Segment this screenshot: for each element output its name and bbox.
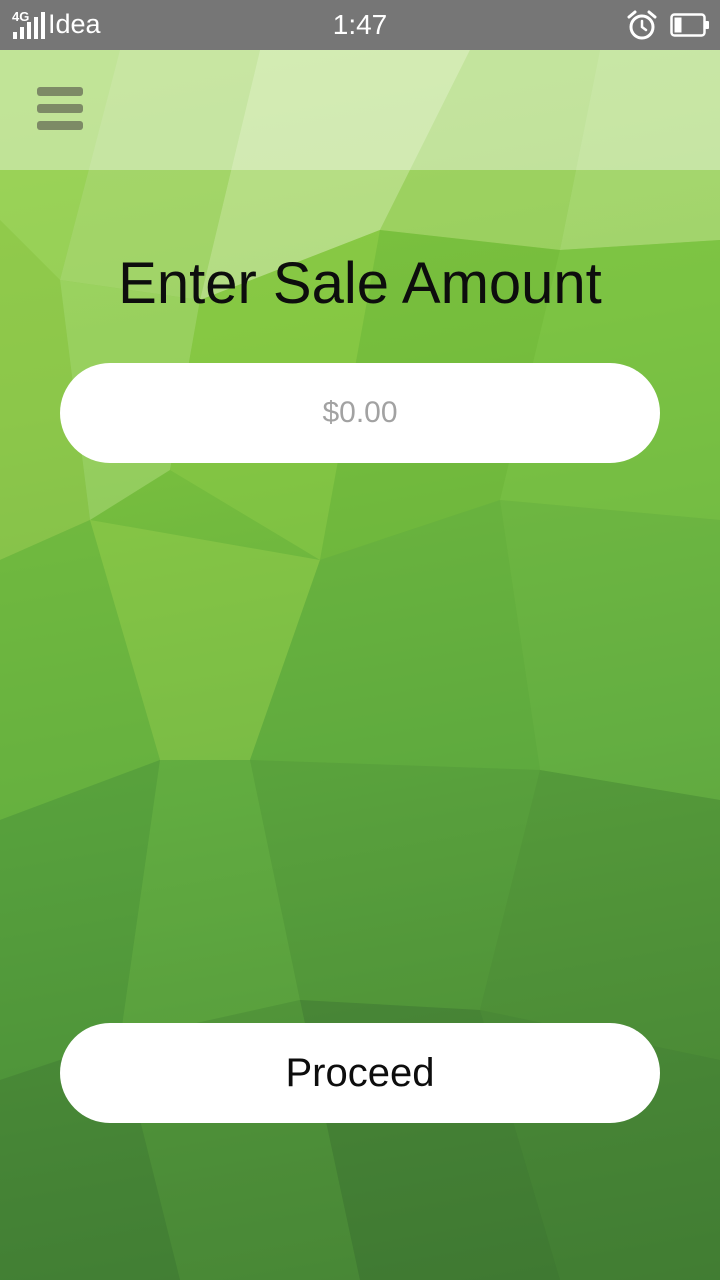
clock: 1:47 (332, 9, 388, 40)
proceed-button[interactable]: Proceed (60, 1023, 660, 1123)
page-title: Enter Sale Amount (118, 251, 602, 316)
app-header (0, 50, 720, 170)
battery-icon (670, 13, 709, 37)
hamburger-menu-icon[interactable] (30, 80, 90, 140)
alarm-icon (627, 10, 657, 40)
app-screen: 4G Idea 1:47 Enter Sale Amount Proceed (0, 0, 720, 1280)
sale-amount-input[interactable] (60, 363, 660, 463)
status-bar: 4G Idea 1:47 (0, 0, 720, 50)
